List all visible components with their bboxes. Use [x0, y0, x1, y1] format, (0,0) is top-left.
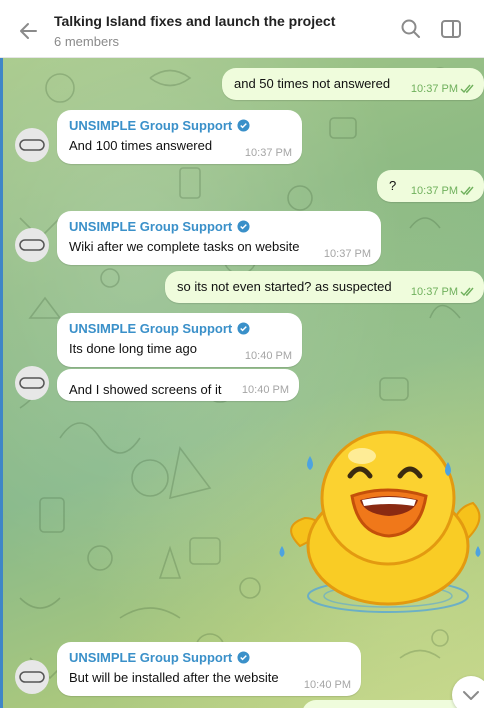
- outgoing-message[interactable]: ? 10:37 PM: [377, 170, 484, 202]
- message-time: 10:37 PM: [244, 147, 292, 159]
- chat-header: Talking Island fixes and launch the proj…: [0, 0, 484, 58]
- read-checkmarks-icon: [460, 84, 474, 94]
- sender-label: UNSIMPLE Group Support: [69, 650, 233, 665]
- link-icon: [19, 671, 45, 683]
- message-time: 10:40 PM: [244, 350, 292, 362]
- sender-name[interactable]: UNSIMPLE Group Support: [69, 321, 292, 336]
- scroll-to-bottom-button[interactable]: [452, 676, 484, 708]
- message-time: 10:37 PM: [323, 248, 371, 260]
- incoming-message[interactable]: UNSIMPLE Group Support But will be insta…: [57, 642, 361, 696]
- verified-badge-icon: [237, 322, 250, 335]
- message-time: 10:40 PM: [303, 679, 351, 691]
- incoming-message[interactable]: And I showed screens of it 10:40 PM: [57, 369, 299, 401]
- verified-badge-icon: [237, 651, 250, 664]
- verified-badge-icon: [237, 119, 250, 132]
- link-icon: [19, 239, 45, 251]
- incoming-message[interactable]: UNSIMPLE Group Support Its done long tim…: [57, 313, 302, 367]
- read-checkmarks-icon: [460, 287, 474, 297]
- link-icon: [19, 377, 45, 389]
- read-checkmarks-icon: [460, 186, 474, 196]
- link-icon: [19, 139, 45, 151]
- message-time: 10:37 PM: [410, 83, 458, 95]
- back-arrow-icon[interactable]: [14, 16, 44, 46]
- sender-label: UNSIMPLE Group Support: [69, 118, 233, 133]
- outgoing-message[interactable]: and 50 times not answered 10:37 PM: [222, 68, 484, 100]
- message-time: 10:37 PM: [410, 286, 458, 298]
- message-list[interactable]: and 50 times not answered 10:37 PM UNSIM…: [0, 58, 484, 708]
- incoming-message[interactable]: UNSIMPLE Group Support And 100 times ans…: [57, 110, 302, 164]
- avatar[interactable]: [15, 228, 49, 262]
- sender-name[interactable]: UNSIMPLE Group Support: [69, 219, 371, 234]
- avatar[interactable]: [15, 366, 49, 400]
- avatar[interactable]: [15, 128, 49, 162]
- selection-indicator: [0, 58, 3, 708]
- message-time: 10:37 PM: [410, 185, 458, 197]
- sender-name[interactable]: UNSIMPLE Group Support: [69, 118, 292, 133]
- outgoing-message[interactable]: so its not even started? as suspected 10…: [165, 271, 484, 303]
- member-count[interactable]: 6 members: [54, 34, 119, 49]
- verified-badge-icon: [237, 220, 250, 233]
- sidebar-toggle-icon[interactable]: [438, 16, 464, 42]
- sender-label: UNSIMPLE Group Support: [69, 321, 233, 336]
- message-time: 10:40 PM: [241, 384, 289, 396]
- chat-title[interactable]: Talking Island fixes and launch the proj…: [54, 13, 335, 29]
- incoming-message[interactable]: UNSIMPLE Group Support Wiki after we com…: [57, 211, 381, 265]
- laughing-duck-sticker[interactable]: [270, 426, 484, 616]
- sender-name[interactable]: UNSIMPLE Group Support: [69, 650, 351, 665]
- avatar[interactable]: [15, 660, 49, 694]
- search-icon[interactable]: [398, 16, 424, 42]
- sender-label: UNSIMPLE Group Support: [69, 219, 233, 234]
- chevron-down-icon: [463, 691, 479, 700]
